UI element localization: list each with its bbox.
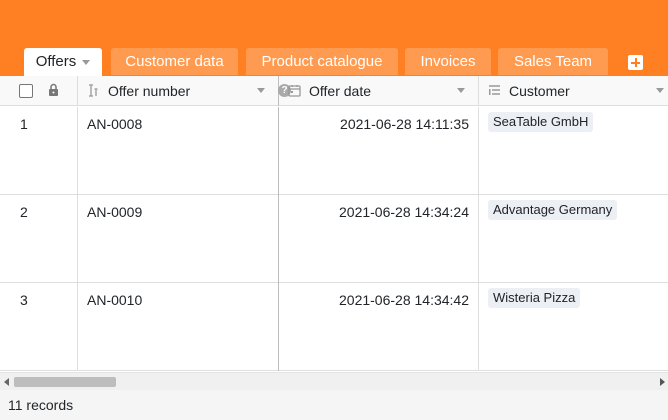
link-icon xyxy=(489,85,500,95)
offer-date-cell[interactable]: 2021-06-28 14:34:24 xyxy=(279,195,479,283)
column-header-offer-date[interactable]: Offer date xyxy=(279,76,479,106)
select-all-checkbox[interactable] xyxy=(19,84,33,98)
offer-number: AN-0009 xyxy=(87,204,143,220)
column-header-customer[interactable]: Customer xyxy=(479,76,668,106)
offer-date-cell[interactable]: 2021-06-28 14:34:42 xyxy=(279,283,479,371)
customer-link-chip[interactable]: Advantage Germany xyxy=(488,200,618,220)
customer-cell[interactable]: Advantage Germany xyxy=(479,195,668,283)
offer-number-cell[interactable]: AN-0010 xyxy=(78,283,279,371)
customer-link-chip[interactable]: SeaTable GmbH xyxy=(488,112,594,132)
tab-label: Offers xyxy=(35,53,77,70)
tab-invoices[interactable]: Invoices xyxy=(405,48,491,75)
chevron-down-icon[interactable] xyxy=(257,88,265,93)
row-index-cell: 2 xyxy=(0,195,78,283)
tab-label: Customer data xyxy=(125,53,224,70)
row-index-cell: 3 xyxy=(0,283,78,371)
table-row[interactable]: 1 AN-0008 2021-06-28 14:11:35 SeaTable G… xyxy=(0,107,668,195)
row-index-cell: 1 xyxy=(0,107,78,195)
offer-date: 2021-06-28 14:11:35 xyxy=(340,116,469,132)
table-row[interactable]: 2 AN-0009 2021-06-28 14:34:24 Advantage … xyxy=(0,195,668,283)
chevron-down-icon[interactable] xyxy=(82,59,91,65)
column-title: Offer date xyxy=(309,83,372,99)
tab-label: Invoices xyxy=(420,53,476,70)
tab-offers[interactable]: Offers xyxy=(24,48,102,76)
row-index: 2 xyxy=(20,204,28,220)
add-table-icon[interactable] xyxy=(628,55,643,70)
chevron-down-icon[interactable] xyxy=(656,88,664,93)
scroll-left-icon[interactable] xyxy=(4,378,9,386)
table-row[interactable]: 3 AN-0010 2021-06-28 14:34:42 Wisteria P… xyxy=(0,283,668,371)
tab-customer-data[interactable]: Customer data xyxy=(111,48,238,75)
status-footer: 11 records xyxy=(0,390,668,420)
offer-date: 2021-06-28 14:34:42 xyxy=(339,292,469,308)
customer-cell[interactable]: Wisteria Pizza xyxy=(479,283,668,371)
horizontal-scrollbar[interactable] xyxy=(0,372,668,390)
row-index: 1 xyxy=(20,116,28,132)
data-grid: Offer number ? Offer date Customer 1 AN-… xyxy=(0,76,668,371)
customer-cell[interactable]: SeaTable GmbH xyxy=(479,107,668,195)
header-select-cell xyxy=(0,76,78,106)
offer-number: AN-0010 xyxy=(87,292,143,308)
lock-icon[interactable] xyxy=(47,83,60,97)
offer-number-cell[interactable]: AN-0008 xyxy=(78,107,279,195)
tab-label: Product catalogue xyxy=(261,53,383,70)
offer-number-cell[interactable]: AN-0009 xyxy=(78,195,279,283)
tab-label: Sales Team xyxy=(513,53,593,70)
grid-header: Offer number ? Offer date Customer xyxy=(0,76,668,106)
scroll-right-icon[interactable] xyxy=(660,378,665,386)
customer-link-chip[interactable]: Wisteria Pizza xyxy=(488,288,581,308)
scrollbar-thumb[interactable] xyxy=(14,377,116,387)
tab-sales-team[interactable]: Sales Team xyxy=(498,48,608,75)
column-title: Offer number xyxy=(108,83,191,99)
offer-date: 2021-06-28 14:34:24 xyxy=(339,204,469,220)
text-field-icon xyxy=(89,84,98,97)
offer-date-cell[interactable]: 2021-06-28 14:11:35 xyxy=(279,107,479,195)
row-index: 3 xyxy=(20,292,28,308)
calendar-icon xyxy=(288,85,301,97)
column-header-offer-number[interactable]: Offer number ? xyxy=(78,76,291,106)
record-count: 11 records xyxy=(8,397,74,413)
offer-number: AN-0008 xyxy=(87,116,143,132)
chevron-down-icon[interactable] xyxy=(457,88,465,93)
column-title: Customer xyxy=(509,83,570,99)
table-tabs: Offers Customer data Product catalogue I… xyxy=(0,48,668,76)
tab-product-catalogue[interactable]: Product catalogue xyxy=(246,48,398,75)
